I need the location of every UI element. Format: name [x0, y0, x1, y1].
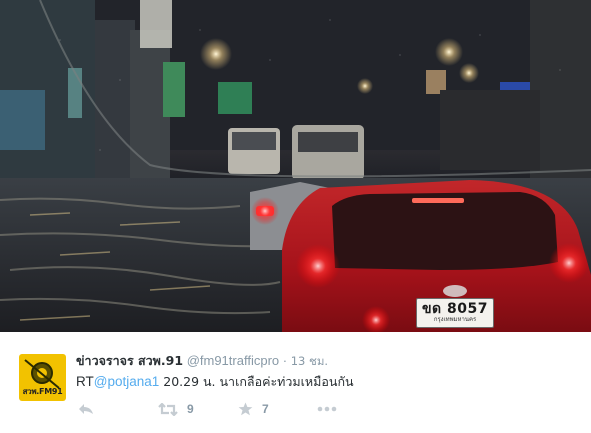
separator-dot: · — [282, 353, 288, 368]
timestamp[interactable]: 13 ชม. — [291, 354, 328, 368]
tweet-body: 20.29 น. นาเกลือค่ะท่วมเหมือนกัน — [159, 374, 354, 389]
avatar-label: สวพ.FM91 — [22, 387, 63, 396]
favorite-button[interactable]: 7 — [238, 398, 269, 420]
favorite-count: 7 — [262, 402, 269, 416]
avatar[interactable]: สวพ.FM91 — [19, 354, 66, 401]
retweet-icon — [158, 402, 178, 416]
mention-link[interactable]: @potjana1 — [94, 374, 160, 389]
tweet-actions: 9 7 — [76, 398, 376, 420]
tweet-header: ข่าวจราจร สวพ.91 @fm91trafficpro · 13 ชม… — [76, 353, 328, 369]
tweet-photo[interactable]: ขด 8057 กรุงเทพมหานคร — [0, 0, 591, 332]
reply-button[interactable] — [78, 398, 94, 420]
plate-number: ขด 8057 — [421, 301, 488, 317]
retweet-prefix: RT — [76, 374, 94, 389]
tweet-text: RT@potjana1 20.29 น. นาเกลือค่ะท่วมเหมือ… — [76, 373, 354, 390]
retweet-button[interactable]: 9 — [158, 398, 194, 420]
plate-province: กรุงเทพมหานคร — [433, 317, 477, 323]
display-name[interactable]: ข่าวจราจร สวพ.91 — [76, 353, 183, 368]
ellipsis-icon — [317, 406, 337, 412]
user-handle[interactable]: @fm91trafficpro — [187, 353, 279, 368]
star-icon — [238, 402, 253, 416]
license-plate: ขด 8057 กรุงเทพมหานคร — [416, 298, 494, 328]
reply-arrow-icon — [79, 404, 93, 414]
more-button[interactable] — [317, 398, 337, 420]
retweet-count: 9 — [187, 402, 194, 416]
flooded-street-scene — [0, 0, 591, 332]
